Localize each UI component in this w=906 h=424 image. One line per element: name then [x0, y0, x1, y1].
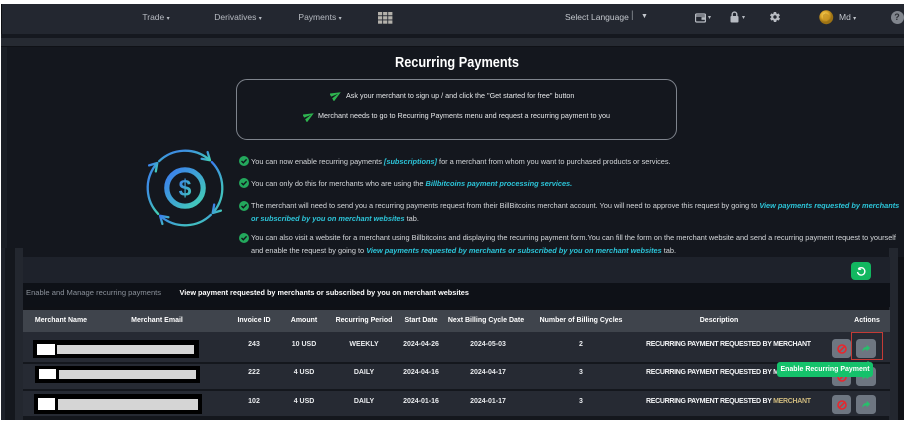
svg-text:$: $ — [179, 175, 192, 201]
